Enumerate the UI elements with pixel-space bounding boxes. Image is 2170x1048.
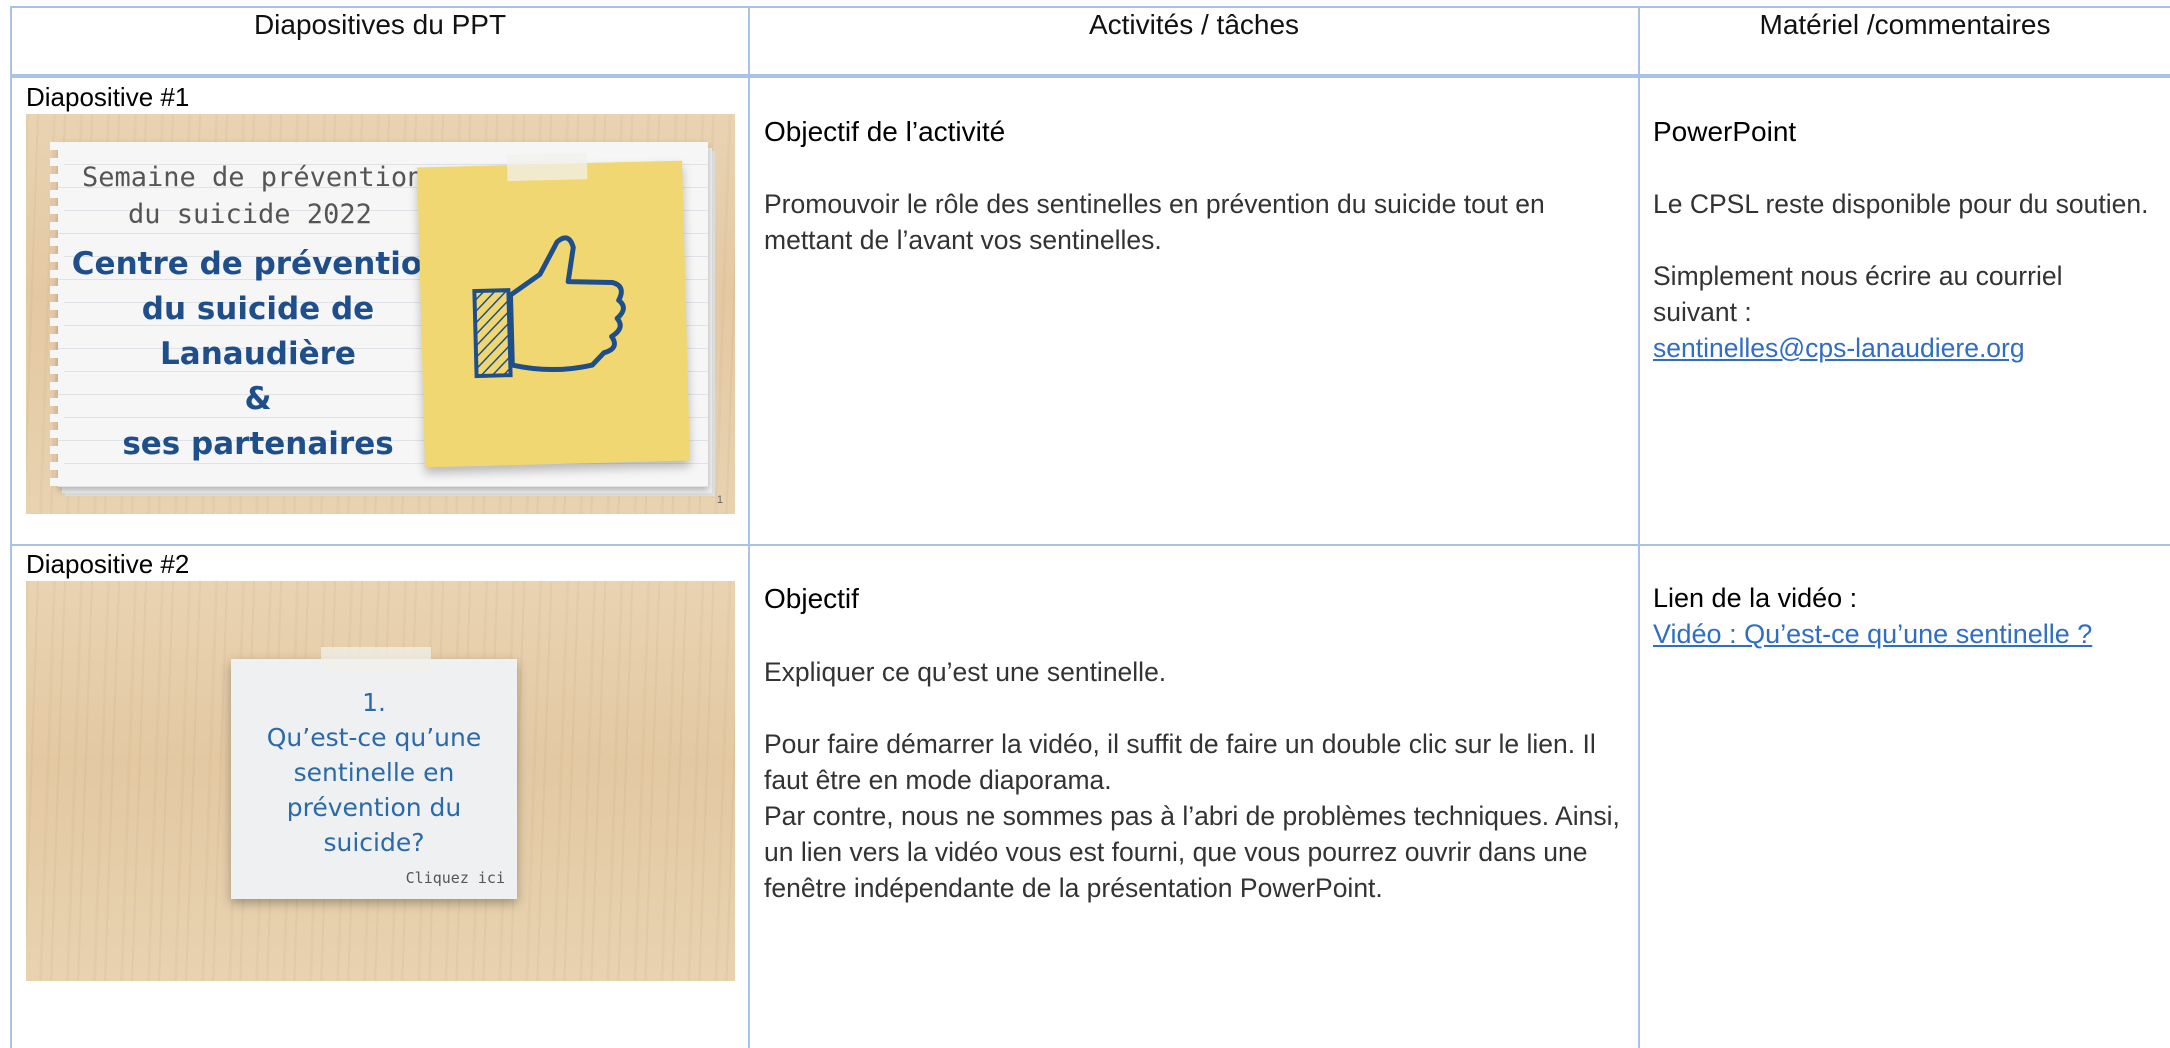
question-line4: suicide? [323, 828, 425, 857]
material-text-support: Le CPSL reste disponible pour du soutien… [1653, 189, 2149, 219]
question-text-block: 1. Qu’est-ce qu’une sentinelle en préven… [231, 685, 517, 860]
email-link[interactable]: sentinelles@cps-lanaudiere.org [1653, 330, 2025, 366]
slide-subtitle-line1: Semaine de prévention [82, 162, 424, 193]
question-card: 1. Qu’est-ce qu’une sentinelle en préven… [231, 647, 517, 899]
question-line2: sentinelle en [293, 758, 455, 787]
slide-title-block: Centre de prévention du suicide de Lanau… [58, 242, 458, 467]
header-bottom-border [10, 74, 2170, 78]
table-left-border [10, 6, 12, 1048]
slide-page-number: 1 [716, 494, 723, 506]
slide-title-line3: Lanaudière [160, 336, 356, 372]
material-title: PowerPoint [1653, 116, 1797, 147]
material-title: Lien de la vidéo : [1653, 583, 1858, 613]
activity-text-fallback: Par contre, nous ne sommes pas à l’abri … [764, 801, 1620, 903]
material-text-email: Simplement nous écrire au courriel suiva… [1653, 261, 2063, 327]
slide-subtitle-line2: du suicide 2022 [128, 199, 372, 230]
activity-title: Objectif [764, 583, 859, 614]
slide-thumbnail-1[interactable]: Semaine de prévention du suicide 2022 Ce… [26, 114, 735, 514]
tape [321, 647, 431, 671]
slide-title-line2: du suicide de [141, 291, 375, 327]
column-divider-2 [1638, 6, 1640, 1048]
column-divider-1 [748, 6, 750, 1048]
tape [506, 153, 588, 182]
slide-label: Diapositive #2 [26, 549, 190, 579]
activity-title: Objectif de l’activité [764, 116, 1006, 147]
slide-label: Diapositive #1 [26, 82, 190, 112]
video-link[interactable]: Vidéo : Qu’est-ce qu’une sentinelle ? [1653, 619, 2092, 650]
slide-title-line1: Centre de prévention [71, 246, 445, 282]
header-col-slides: Diapositives du PPT [253, 9, 507, 40]
slide-title-line5: ses partenaires [122, 426, 394, 462]
question-line1: Qu’est-ce qu’une [266, 723, 482, 752]
header-col-activities: Activités / tâches [1088, 9, 1300, 40]
slide-thumbnail-2[interactable]: 1. Qu’est-ce qu’une sentinelle en préven… [26, 581, 735, 981]
sticky-note [417, 153, 690, 468]
thumbs-up-icon [472, 235, 626, 379]
question-number: 1. [362, 688, 386, 717]
row-divider [10, 544, 2170, 546]
activity-text: Promouvoir le rôle des sentinelles en pr… [764, 189, 1545, 255]
activity-text-objective: Expliquer ce qu’est une sentinelle. [764, 657, 1167, 687]
question-line3: prévention du [286, 793, 462, 822]
slide-title-line4: & [244, 381, 272, 417]
header-col-material: Matériel /commentaires [1759, 9, 2051, 40]
activity-text-instructions: Pour faire démarrer la vidéo, il suffit … [764, 729, 1596, 795]
click-here-text[interactable]: Cliquez ici [406, 869, 505, 887]
